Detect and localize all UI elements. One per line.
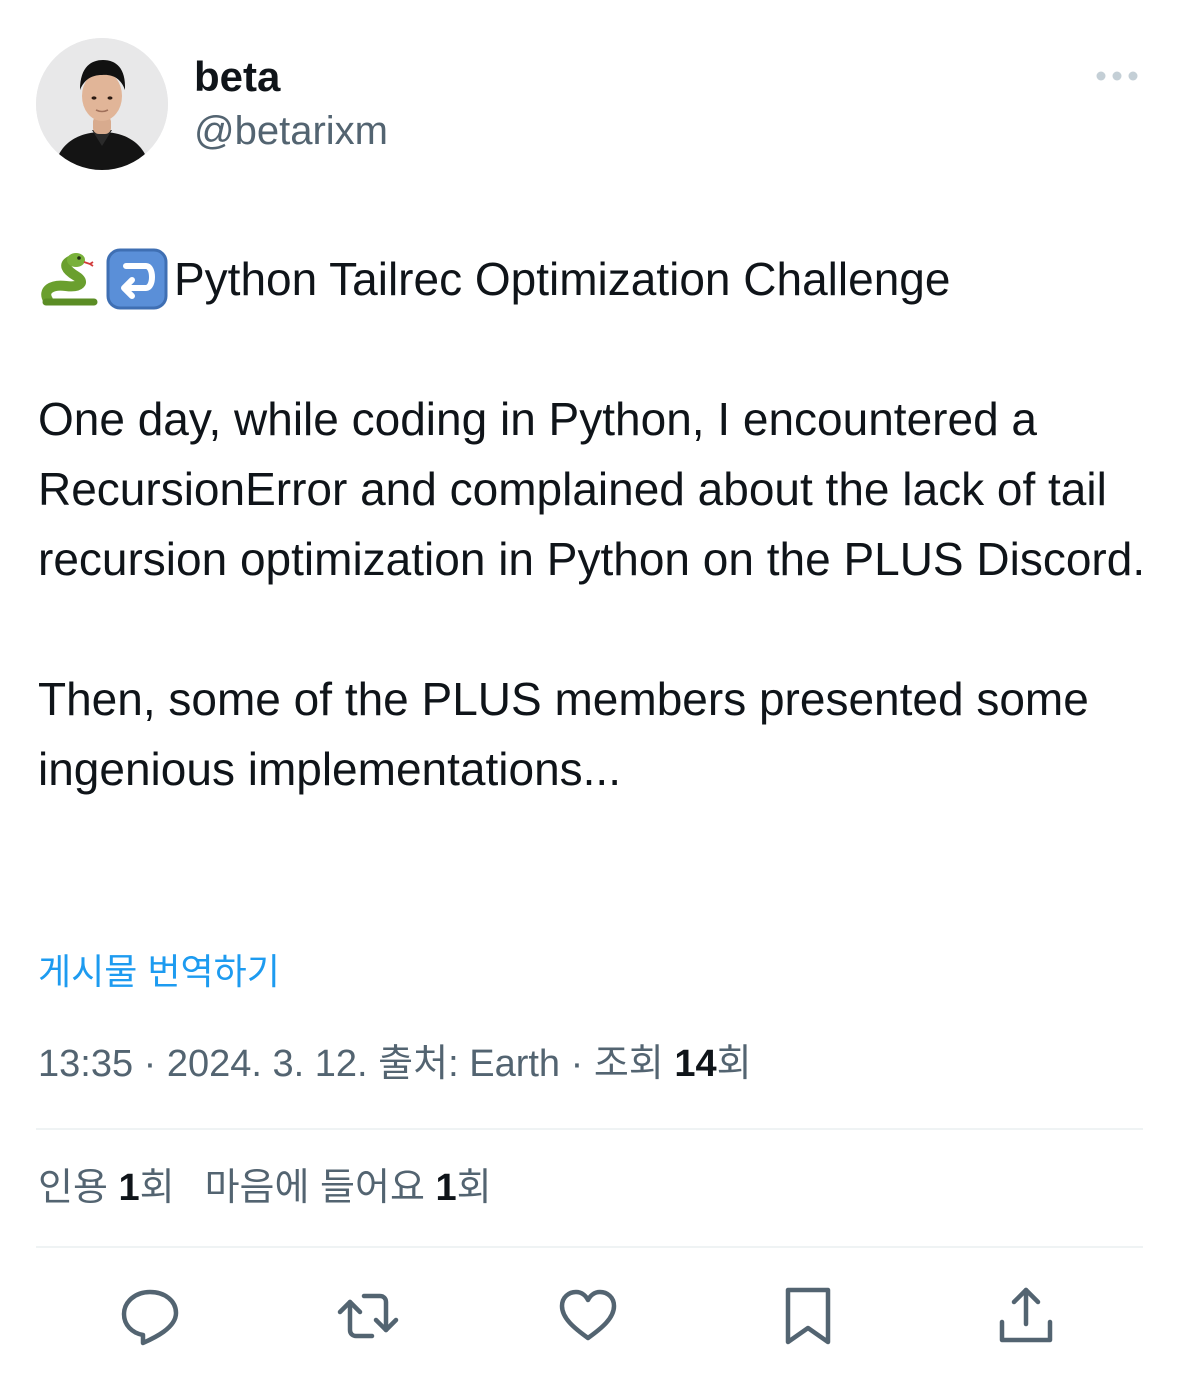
avatar-image	[36, 38, 168, 170]
views-unit: 회	[716, 1043, 752, 1085]
quotes-stat[interactable]: 인용 1회	[38, 1167, 175, 1209]
quotes-count: 1	[118, 1167, 140, 1209]
meta-separator: ·	[570, 1043, 584, 1085]
quotes-unit: 회	[139, 1167, 175, 1209]
bookmark-icon[interactable]	[776, 1284, 840, 1348]
likes-count: 1	[435, 1167, 457, 1209]
tweet-paragraph-1: One day, while coding in Python, I encou…	[38, 393, 1146, 585]
retweet-icon[interactable]	[336, 1284, 400, 1348]
likes-unit: 회	[456, 1167, 492, 1209]
snake-emoji-icon	[38, 248, 100, 310]
tweet-paragraph-2: Then, some of the PLUS members presented…	[38, 673, 1089, 795]
tweet-title-line: Python Tailrec Optimization Challenge	[38, 246, 1158, 312]
like-icon[interactable]	[556, 1284, 620, 1348]
author-display-name[interactable]: beta	[194, 52, 280, 102]
reply-icon[interactable]	[118, 1284, 182, 1348]
avatar[interactable]	[36, 38, 168, 170]
divider	[36, 1128, 1143, 1130]
views-label: 조회	[593, 1043, 664, 1085]
engagement-stats: 인용 1회 마음에 들어요 1회	[38, 1162, 492, 1214]
tweet-date[interactable]: 2024. 3. 12.	[167, 1043, 368, 1085]
likes-stat[interactable]: 마음에 들어요 1회	[205, 1167, 492, 1209]
share-icon[interactable]	[994, 1284, 1058, 1348]
divider	[36, 1246, 1143, 1248]
translate-post-link[interactable]: 게시물 번역하기	[38, 948, 280, 996]
tweet-text: Python Tailrec Optimization Challenge On…	[38, 246, 1158, 804]
source-label: 출처:	[378, 1043, 459, 1085]
tweet-meta: 13:35 · 2024. 3. 12. 출처: Earth · 조회 14회	[38, 1038, 752, 1090]
tweet-source: Earth	[469, 1043, 561, 1085]
tweet-time[interactable]: 13:35	[38, 1043, 133, 1085]
more-options-icon[interactable]	[1094, 64, 1142, 88]
likes-label: 마음에 들어요	[204, 1167, 425, 1209]
quotes-label: 인용	[38, 1167, 108, 1209]
return-arrow-emoji-icon	[106, 248, 168, 310]
tweet-title: Python Tailrec Optimization Challenge	[174, 253, 951, 305]
author-handle[interactable]: @betarixm	[194, 106, 388, 156]
meta-separator: ·	[143, 1043, 157, 1085]
views-count: 14	[674, 1043, 717, 1085]
